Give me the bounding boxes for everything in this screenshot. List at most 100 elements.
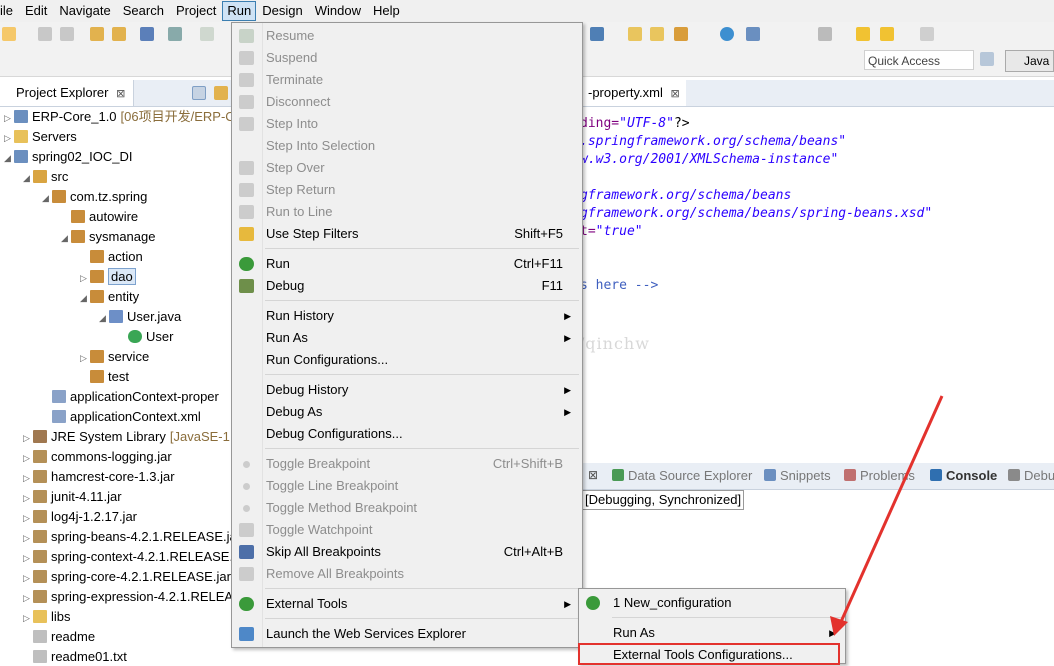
new-icon[interactable] [2, 27, 16, 41]
menu-item-external-tools[interactable]: External Tools ▶ [233, 593, 581, 615]
tree-item-commons-logging-jar[interactable]: ▷ commons-logging.jar [23, 447, 172, 467]
tab-problems[interactable]: Problems [844, 468, 915, 483]
annotation-icon[interactable] [818, 27, 832, 41]
expand-toggle-icon[interactable]: ▷ [4, 108, 14, 128]
menu-item-debug[interactable]: Debug F11 [233, 275, 581, 297]
tree-item-junit-4-11-jar[interactable]: ▷ junit-4.11.jar [23, 487, 122, 507]
tree-item-hamcrest-core-1-3-jar[interactable]: ▷ hamcrest-core-1.3.jar [23, 467, 175, 487]
tree-item-erp-core-1-0[interactable]: ▷ ERP-Core_1.0 [06项目开发/ERP-Co [4, 107, 232, 127]
xml-editor[interactable]: ding="UTF-8"?> .springframework.org/schem… [580, 107, 1054, 457]
project-explorer-tab[interactable]: Project Explorer ⊠ [0, 80, 134, 106]
menu-navigate[interactable]: Navigate [53, 2, 116, 20]
submenu-item-run-as[interactable]: Run As ▶ [580, 622, 844, 644]
tree-item-spring-core-4-2-1-release-jar[interactable]: ▷ spring-core-4.2.1.RELEASE.jar [23, 567, 231, 587]
expand-toggle-icon[interactable]: ▷ [4, 128, 14, 148]
tree-item-spring-context-4-2-1-release-j[interactable]: ▷ spring-context-4.2.1.RELEASE.j [23, 547, 232, 567]
quick-access-field[interactable]: Quick Access [864, 50, 974, 70]
collapse-all-icon[interactable] [192, 86, 206, 100]
menu-item-use-step-filters[interactable]: Use Step Filters Shift+F5 [233, 223, 581, 245]
dropdown-icon[interactable] [590, 27, 604, 41]
expand-toggle-icon[interactable]: ◢ [23, 168, 33, 188]
tree-item-action[interactable]: action [80, 247, 143, 267]
menu-item-run[interactable]: Run Ctrl+F11 [233, 253, 581, 275]
save-all-icon[interactable] [60, 27, 74, 41]
menu-item-launch-the-web-services-explorer[interactable]: Launch the Web Services Explorer [233, 623, 581, 645]
expand-toggle-icon[interactable]: ▷ [23, 608, 33, 628]
menu-item-skip-all-breakpoints[interactable]: Skip All Breakpoints Ctrl+Alt+B [233, 541, 581, 563]
tree-item-sysmanage[interactable]: ◢ sysmanage [61, 227, 155, 247]
expand-toggle-icon[interactable]: ◢ [4, 148, 14, 168]
tree-item-applicationcontext-proper[interactable]: applicationContext-proper [42, 387, 219, 407]
tree-item-applicationcontext-xml[interactable]: applicationContext.xml [42, 407, 201, 427]
expand-toggle-icon[interactable]: ◢ [80, 288, 90, 308]
menu-edit[interactable]: Edit [19, 2, 53, 20]
tree-item-src[interactable]: ◢ src [23, 167, 68, 187]
expand-toggle-icon[interactable]: ▷ [23, 548, 33, 568]
resume-tb-icon[interactable] [200, 27, 214, 41]
tree-item-entity[interactable]: ◢ entity [80, 287, 139, 307]
back-icon[interactable] [856, 27, 870, 41]
menu-item-debug-history[interactable]: Debug History ▶ [233, 379, 581, 401]
expand-toggle-icon[interactable]: ◢ [99, 308, 109, 328]
expand-toggle-icon[interactable]: ▷ [23, 528, 33, 548]
expand-toggle-icon[interactable]: ▷ [23, 508, 33, 528]
editor-tab[interactable]: -property.xml ⊠ [580, 80, 686, 106]
tab-snippets[interactable]: Snippets [764, 468, 831, 483]
menu-search[interactable]: Search [117, 2, 170, 20]
expand-toggle-icon[interactable]: ▷ [80, 348, 90, 368]
open-type-icon[interactable] [90, 27, 104, 41]
tree-item-user-java[interactable]: ◢ User.java [99, 307, 181, 327]
open-folder-icon[interactable] [628, 27, 642, 41]
skip-breakpoints-tb-icon[interactable] [168, 27, 182, 41]
expand-toggle-icon[interactable]: ▷ [23, 448, 33, 468]
globe-icon[interactable] [720, 27, 734, 41]
menu-run[interactable]: Run [222, 1, 257, 21]
console-icon[interactable] [140, 27, 154, 41]
menu-help[interactable]: Help [367, 2, 406, 20]
expand-toggle-icon[interactable]: ▷ [23, 568, 33, 588]
java-perspective-button[interactable]: Java [1005, 50, 1054, 72]
build-icon[interactable] [112, 27, 126, 41]
tree-item-jre-system-library[interactable]: ▷ JRE System Library[JavaSE-1.7 [23, 427, 232, 447]
forward-icon[interactable] [920, 27, 934, 41]
tree-item-test[interactable]: test [80, 367, 129, 387]
tree-item-autowire[interactable]: autowire [61, 207, 138, 227]
menu-item-run-as[interactable]: Run As ▶ [233, 327, 581, 349]
close-icon[interactable]: ⊠ [116, 88, 125, 100]
menu-item-run-history[interactable]: Run History ▶ [233, 305, 581, 327]
open-perspective-icon[interactable] [980, 52, 994, 66]
tree-item-dao[interactable]: ▷ dao [80, 267, 136, 287]
tree-item-spring02-ioc-di[interactable]: ◢ spring02_IOC_DI [4, 147, 132, 167]
tree-item-libs[interactable]: ▷ libs [23, 607, 71, 627]
tree-item-com-tz-spring[interactable]: ◢ com.tz.spring [42, 187, 147, 207]
tab-debu[interactable]: Debu [1008, 468, 1054, 483]
tree-item-service[interactable]: ▷ service [80, 347, 149, 367]
expand-toggle-icon[interactable]: ▷ [23, 488, 33, 508]
tree-item-readme01-txt[interactable]: readme01.txt [23, 647, 127, 664]
expand-toggle-icon[interactable]: ▷ [23, 468, 33, 488]
link-editor-icon[interactable] [214, 86, 228, 100]
tree-item-readme[interactable]: readme [23, 627, 95, 647]
expand-toggle-icon[interactable]: ◢ [42, 188, 52, 208]
expand-toggle-icon[interactable]: ▷ [23, 588, 33, 608]
menu-project[interactable]: Project [170, 2, 222, 20]
submenu-item-1-new-configuration[interactable]: 1 New_configuration [580, 592, 844, 614]
expand-toggle-icon[interactable]: ▷ [80, 268, 90, 288]
tab-data-source-explorer[interactable]: Data Source Explorer [612, 468, 752, 483]
menu-ile[interactable]: ile [0, 2, 19, 20]
tree-item-spring-expression-4-2-1-relea[interactable]: ▷ spring-expression-4.2.1.RELEA [23, 587, 232, 607]
menu-window[interactable]: Window [309, 2, 367, 20]
tree-item-spring-beans-4-2-1-release-ja[interactable]: ▷ spring-beans-4.2.1.RELEASE.ja [23, 527, 232, 547]
expand-toggle-icon[interactable]: ▷ [23, 428, 33, 448]
wrench-icon[interactable] [674, 27, 688, 41]
save-icon[interactable] [38, 27, 52, 41]
tab-console[interactable]: Console [930, 468, 997, 483]
menu-item-run-configurations[interactable]: Run Configurations... [233, 349, 581, 371]
back-history-icon[interactable] [880, 27, 894, 41]
tree-item-log4j-1-2-17-jar[interactable]: ▷ log4j-1.2.17.jar [23, 507, 137, 527]
tree-item-servers[interactable]: ▷ Servers [4, 127, 77, 147]
menu-design[interactable]: Design [256, 2, 308, 20]
search-tb-icon[interactable] [746, 27, 760, 41]
menu-item-debug-configurations[interactable]: Debug Configurations... [233, 423, 581, 445]
tree-item-user[interactable]: User [118, 327, 173, 347]
